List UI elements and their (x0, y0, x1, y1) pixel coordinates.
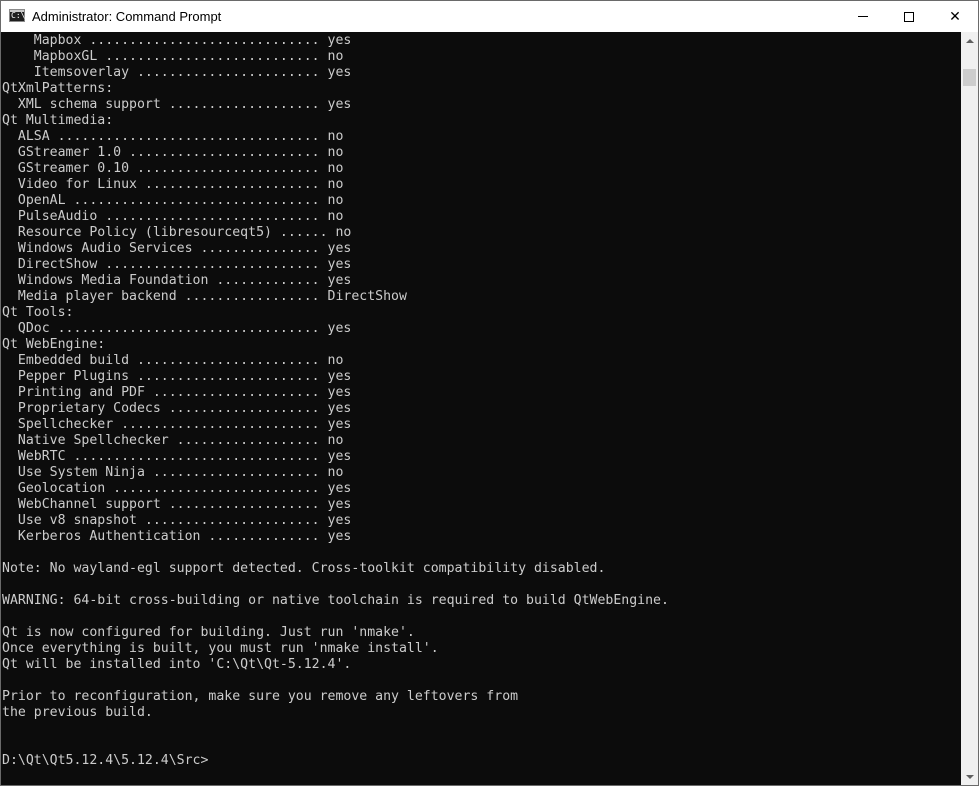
console-line: Pepper Plugins ....................... y… (2, 369, 352, 384)
maximize-icon (904, 11, 914, 22)
console-line: WebChannel support ................... y… (2, 497, 352, 512)
command-prompt-window: C:\ Administrator: Command Prompt ✕ Mapb… (0, 0, 979, 786)
console-line: Windows Media Foundation ............. y… (2, 273, 352, 288)
window-title: Administrator: Command Prompt (32, 9, 222, 24)
scroll-down-arrow-icon (965, 774, 974, 779)
console-line: Native Spellchecker .................. n… (2, 433, 344, 448)
scroll-down-button[interactable] (961, 768, 978, 785)
console-line: Note: No wayland-egl support detected. C… (2, 561, 606, 576)
console-line: Windows Audio Services ............... y… (2, 241, 352, 256)
close-button[interactable]: ✕ (932, 1, 978, 32)
console-line: DirectShow ........................... y… (2, 257, 352, 272)
cmd-icon-glyph: C:\ (11, 11, 26, 20)
console-line: ALSA ................................. n… (2, 129, 344, 144)
scroll-up-button[interactable] (961, 32, 978, 49)
console-line: XML schema support ................... y… (2, 97, 352, 112)
console-line: Qt Multimedia: (2, 113, 114, 128)
console-line: Qt WebEngine: (2, 337, 106, 352)
console-line: MapboxGL ........................... no (2, 49, 344, 64)
maximize-button[interactable] (886, 1, 932, 32)
console-line: PulseAudio ........................... n… (2, 209, 344, 224)
console-line: Qt is now configured for building. Just … (2, 625, 415, 640)
console-line: Qt Tools: (2, 305, 74, 320)
console-line: GStreamer 1.0 ........................ n… (2, 145, 344, 160)
console-line: Kerberos Authentication .............. y… (2, 529, 352, 544)
console-line: Geolocation .......................... y… (2, 481, 352, 496)
command-prompt-line: D:\Qt\Qt5.12.4\5.12.4\Src> (2, 753, 209, 768)
console-line: Qt will be installed into 'C:\Qt\Qt-5.12… (2, 657, 352, 672)
scrollbar-thumb[interactable] (963, 69, 976, 86)
console-line: WebRTC ............................... y… (2, 449, 352, 464)
console-line: Once everything is built, you must run '… (2, 641, 439, 656)
close-icon: ✕ (949, 8, 961, 25)
console-line: QDoc ................................. y… (2, 321, 352, 336)
console-line: the previous build. (2, 705, 153, 720)
console-line: Itemsoverlay ....................... yes (2, 65, 352, 80)
minimize-icon (858, 16, 868, 17)
console-line: Proprietary Codecs ................... y… (2, 401, 352, 416)
console-line: Use System Ninja ..................... n… (2, 465, 344, 480)
console-line: Printing and PDF ..................... y… (2, 385, 352, 400)
console-line: Video for Linux ...................... n… (2, 177, 344, 192)
console-line: OpenAL ............................... n… (2, 193, 344, 208)
title-bar[interactable]: C:\ Administrator: Command Prompt ✕ (1, 1, 978, 32)
scroll-up-arrow-icon (965, 38, 974, 43)
minimize-button[interactable] (840, 1, 886, 32)
console-line: Embedded build ....................... n… (2, 353, 344, 368)
console-line: Media player backend ................. D… (2, 289, 407, 304)
console-line: WARNING: 64-bit cross-building or native… (2, 593, 669, 608)
console-line: GStreamer 0.10 ....................... n… (2, 161, 344, 176)
cmd-icon[interactable]: C:\ (9, 9, 25, 22)
vertical-scrollbar[interactable] (961, 32, 978, 785)
console-line: Resource Policy (libresourceqt5) ...... … (2, 225, 352, 240)
console-line: Prior to reconfiguration, make sure you … (2, 689, 519, 704)
console-line: Spellchecker ......................... y… (2, 417, 352, 432)
console-output[interactable]: Mapbox ............................. yes… (1, 32, 961, 785)
console-line: QtXmlPatterns: (2, 81, 114, 96)
console-line: Mapbox ............................. yes (2, 33, 352, 48)
console-line: Use v8 snapshot ...................... y… (2, 513, 352, 528)
